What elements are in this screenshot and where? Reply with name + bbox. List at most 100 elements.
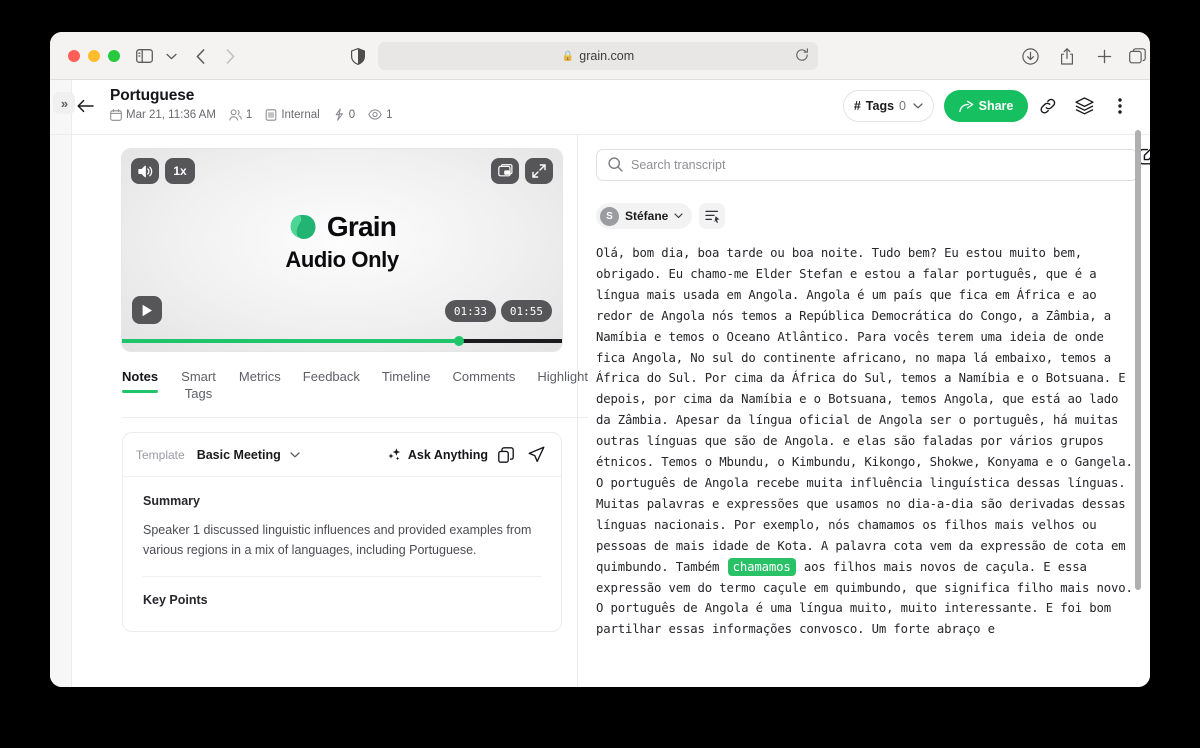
panel-tabs: Notes Smart Tags Metrics Feedback Timeli…: [122, 368, 588, 418]
transcript-panel: Search transcript S Stéfane Olá, bom dia…: [578, 135, 1150, 687]
reaction-count: 0: [333, 108, 355, 121]
view-count-text: 1: [386, 108, 393, 121]
page-title: Portuguese: [110, 87, 195, 104]
playback-speed-button[interactable]: 1x: [165, 158, 195, 184]
collapsed-sidebar-rail: [50, 80, 72, 687]
chevron-down-icon[interactable]: [290, 451, 300, 458]
grain-wordmark: Grain: [326, 211, 397, 242]
share-arrow-icon: [958, 100, 974, 113]
fullscreen-icon[interactable]: [525, 158, 553, 184]
people-icon: [229, 108, 242, 121]
volume-icon[interactable]: [131, 158, 159, 184]
chevron-down-icon: [674, 213, 683, 219]
address-bar[interactable]: 🔒 grain.com: [378, 42, 818, 70]
minimize-window-button[interactable]: [88, 50, 100, 62]
transcript-text-before: Olá, bom dia, boa tarde ou boa noite. Tu…: [596, 246, 1133, 574]
transcript-text[interactable]: Olá, bom dia, boa tarde ou boa noite. Tu…: [596, 243, 1136, 683]
maximize-window-button[interactable]: [108, 50, 120, 62]
browser-chrome: 🔒 grain.com: [50, 32, 1150, 80]
tab-notes[interactable]: Notes: [122, 368, 159, 393]
progress-knob[interactable]: [453, 336, 464, 346]
transcript-controls: S Stéfane: [596, 203, 1150, 229]
notes-toolbar: Template Basic Meeting Ask Anything: [123, 433, 561, 477]
visibility: Internal: [265, 108, 320, 121]
transcript-scrollbar[interactable]: [1135, 130, 1141, 590]
tab-smart-tags[interactable]: Smart Tags: [180, 368, 217, 410]
close-window-button[interactable]: [68, 50, 80, 62]
total-duration: 01:55: [500, 300, 552, 322]
forward-arrow-icon[interactable]: [220, 46, 240, 66]
back-button[interactable]: [77, 99, 94, 113]
privacy-shield-icon[interactable]: [348, 46, 368, 66]
meeting-header: Portuguese Mar 21, 11:36 AM 1 Internal 0…: [50, 80, 1150, 135]
search-transcript-box[interactable]: Search transcript: [596, 149, 1138, 181]
speaker-filter-button[interactable]: S Stéfane: [596, 203, 693, 229]
copy-link-icon[interactable]: [1032, 90, 1064, 122]
more-options-icon[interactable]: [1104, 90, 1136, 122]
summary-heading: Summary: [143, 494, 200, 508]
tags-count: 0: [899, 99, 906, 113]
back-arrow-icon[interactable]: [190, 46, 210, 66]
transcript-highlighted-word[interactable]: chamamos: [727, 557, 796, 576]
left-panel: 1x Grain Audio Only 01:33 01:55 Notes Sm…: [72, 135, 588, 687]
transcript-view-options-icon[interactable]: [699, 203, 726, 229]
lock-icon: 🔒: [561, 50, 575, 62]
chevron-down-icon: [913, 103, 923, 109]
participant-count: 1: [229, 109, 252, 121]
search-icon: [608, 157, 623, 172]
search-placeholder: Search transcript: [631, 158, 726, 172]
tab-comments[interactable]: Comments: [453, 368, 516, 393]
grain-logo-mark: [290, 215, 316, 239]
ask-anything-label: Ask Anything: [407, 447, 488, 462]
speaker-name: Stéfane: [625, 209, 669, 223]
ask-anything-button[interactable]: Ask Anything: [387, 447, 488, 462]
tab-feedback[interactable]: Feedback: [303, 368, 360, 393]
share-button[interactable]: Share: [944, 90, 1028, 122]
grain-logo: Grain: [288, 211, 397, 243]
current-time: 01:33: [444, 300, 496, 322]
meeting-date-text: Mar 21, 11:36 AM: [126, 108, 216, 121]
sidebar-icon[interactable]: [134, 46, 154, 66]
browser-window: 🔒 grain.com » Portuguese Mar 21, 11:36 A…: [50, 32, 1150, 687]
tags-label: Tags: [865, 99, 895, 113]
window-traffic-lights: [68, 50, 120, 62]
download-icon[interactable]: [1020, 46, 1040, 66]
visibility-text: Internal: [281, 108, 320, 121]
meeting-metadata: Mar 21, 11:36 AM 1 Internal 0 1: [110, 108, 401, 121]
reload-icon[interactable]: [795, 48, 809, 62]
video-player[interactable]: 1x Grain Audio Only 01:33 01:55: [122, 149, 562, 351]
meeting-date: Mar 21, 11:36 AM: [110, 109, 216, 121]
share-icon[interactable]: [1057, 46, 1077, 66]
header-actions: # Tags 0 Share: [842, 90, 1136, 122]
building-icon: [265, 108, 277, 121]
share-button-label: Share: [978, 99, 1014, 113]
view-count: 1: [368, 108, 393, 121]
transcript-fade-overlay: [596, 657, 1136, 683]
tab-overview-icon[interactable]: [1127, 46, 1147, 66]
layers-icon[interactable]: [1068, 90, 1100, 122]
progress-track[interactable]: [122, 336, 562, 346]
send-notes-icon[interactable]: [524, 443, 548, 467]
tags-button[interactable]: # Tags 0: [842, 90, 934, 122]
play-button[interactable]: [132, 296, 162, 324]
notes-divider: [143, 576, 541, 577]
template-value[interactable]: Basic Meeting: [197, 448, 281, 462]
player-branding: Grain Audio Only: [122, 211, 562, 273]
copy-notes-icon[interactable]: [494, 443, 518, 467]
chevron-down-icon[interactable]: [161, 46, 181, 66]
audio-only-label: Audio Only: [285, 247, 399, 272]
url-text: grain.com: [579, 49, 635, 63]
picture-in-picture-icon[interactable]: [491, 158, 519, 184]
participant-count-text: 1: [245, 108, 253, 121]
avatar: S: [600, 206, 619, 226]
notes-body: Summary Speaker 1 discussed linguistic i…: [123, 477, 561, 607]
eye-icon: [368, 109, 382, 120]
notes-card: Template Basic Meeting Ask Anything Summ…: [122, 432, 562, 632]
plus-icon[interactable]: [1094, 46, 1114, 66]
tab-metrics[interactable]: Metrics: [239, 368, 281, 393]
reaction-count-text: 0: [348, 108, 356, 121]
tab-timeline[interactable]: Timeline: [382, 368, 431, 393]
progress-fill: [122, 339, 459, 343]
grain-app: » Portuguese Mar 21, 11:36 AM 1 Internal…: [50, 80, 1150, 687]
calendar-icon: [110, 108, 122, 121]
